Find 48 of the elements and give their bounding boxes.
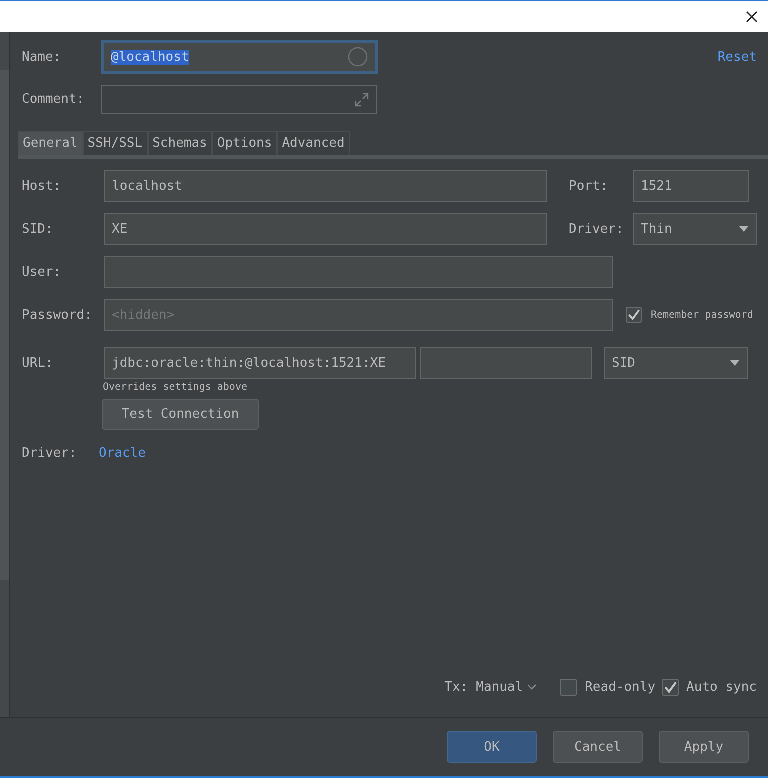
driver-label: Driver: xyxy=(569,222,625,236)
dialog-button[interactable]: OK xyxy=(447,731,537,763)
chevron-down-icon[interactable] xyxy=(527,684,538,690)
remember-password-checkbox[interactable] xyxy=(626,307,642,323)
name-value: @localhost xyxy=(111,50,190,64)
sid-label: SID: xyxy=(21,222,54,236)
driver-label: Driver: xyxy=(21,446,78,461)
password-label: Password: xyxy=(21,308,94,322)
driver-link[interactable]: Oracle xyxy=(99,446,146,461)
driver-dropdown[interactable]: Thin xyxy=(633,213,757,245)
port-field[interactable]: 1521 xyxy=(633,170,749,202)
url-extra-field[interactable] xyxy=(420,347,592,379)
tx-mode-dropdown[interactable]: Manual xyxy=(476,680,524,694)
url-type-dropdown[interactable]: SID xyxy=(604,347,748,379)
reset-link[interactable]: Reset xyxy=(718,50,757,64)
port-label: Port: xyxy=(569,178,610,194)
read-only-label: Read-only xyxy=(585,680,656,694)
sid-field[interactable]: XE xyxy=(104,213,547,245)
tab[interactable]: Options xyxy=(212,131,278,155)
comment-field[interactable] xyxy=(101,85,377,114)
auto-sync-checkbox[interactable] xyxy=(662,678,679,696)
scrollbar-thumb[interactable] xyxy=(0,70,9,580)
caret-icon xyxy=(739,226,749,232)
user-field[interactable] xyxy=(104,256,613,288)
expand-icon[interactable] xyxy=(355,92,369,106)
name-field[interactable]: @localhost xyxy=(101,40,378,74)
tab[interactable]: Advanced xyxy=(277,131,350,155)
color-circle-icon[interactable] xyxy=(348,47,368,67)
caret-icon xyxy=(730,360,740,366)
url-field[interactable]: jdbc:oracle:thin:@localhost:1521:XE xyxy=(104,347,416,379)
tab[interactable]: Schemas xyxy=(148,131,212,155)
tab[interactable]: SSH/SSL xyxy=(82,131,148,155)
comment-label: Comment: xyxy=(21,92,86,107)
host-label: Host: xyxy=(21,178,62,194)
tab[interactable]: General xyxy=(18,131,83,155)
read-only-checkbox[interactable] xyxy=(560,678,578,696)
user-label: User: xyxy=(21,264,62,280)
dialog-button[interactable]: Apply xyxy=(659,731,749,763)
url-label: URL: xyxy=(21,356,54,370)
tx-label: Tx: xyxy=(444,680,468,694)
close-icon[interactable] xyxy=(746,10,758,22)
remember-password-label: Remember password xyxy=(651,310,754,320)
auto-sync-label: Auto sync xyxy=(686,680,757,694)
host-field[interactable]: localhost xyxy=(104,170,547,202)
test-connection-button[interactable]: Test Connection xyxy=(102,399,259,430)
dialog-button[interactable]: Cancel xyxy=(553,731,643,763)
name-label: Name: xyxy=(21,50,62,64)
url-hint: Overrides settings above xyxy=(103,382,248,393)
